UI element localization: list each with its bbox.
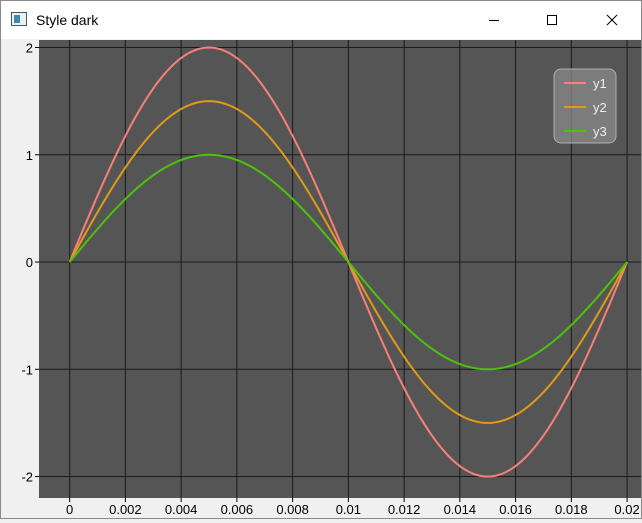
close-icon — [606, 14, 618, 26]
x-tick-label: 0.004 — [165, 502, 198, 517]
x-tick-label: 0.006 — [221, 502, 254, 517]
y-tick-label: 2 — [26, 41, 33, 56]
title-bar[interactable]: Style dark — [1, 1, 641, 39]
y-tick-label: -1 — [21, 362, 33, 377]
x-tick-label: 0.012 — [388, 502, 421, 517]
app-window: Style dark 0 0.002 0.004 0.006 0.008 0.01 0.01… — [0, 0, 642, 519]
y-tick-label: 0 — [26, 255, 33, 270]
y-tick-label: -2 — [21, 470, 33, 485]
close-button[interactable] — [589, 1, 635, 39]
minimize-icon — [489, 20, 499, 21]
plot-area: 0 0.002 0.004 0.006 0.008 0.01 0.012 0.014 0.016… — [1, 39, 641, 518]
plot-background — [39, 40, 641, 498]
x-tick-label: 0.018 — [555, 502, 588, 517]
x-tick-label: 0.008 — [276, 502, 309, 517]
x-tick-label: 0.016 — [499, 502, 532, 517]
minimize-button[interactable] — [471, 1, 517, 39]
x-tick-label: 0.002 — [109, 502, 142, 517]
legend-label-y1: y1 — [593, 76, 607, 91]
legend-label-y3: y3 — [593, 124, 607, 139]
maximize-icon — [547, 15, 557, 25]
line-chart[interactable]: 0 0.002 0.004 0.006 0.008 0.01 0.012 0.014 0.016… — [1, 39, 641, 518]
legend-label-y2: y2 — [593, 100, 607, 115]
x-tick-label: 0.014 — [444, 502, 477, 517]
app-icon — [11, 12, 27, 26]
x-tick-label: 0.01 — [336, 502, 361, 517]
y-tick-label: 1 — [26, 148, 33, 163]
x-tick-label: 0.02 — [614, 502, 639, 517]
maximize-button[interactable] — [529, 1, 575, 39]
x-tick-label: 0 — [66, 502, 73, 517]
window-title: Style dark — [36, 12, 99, 28]
